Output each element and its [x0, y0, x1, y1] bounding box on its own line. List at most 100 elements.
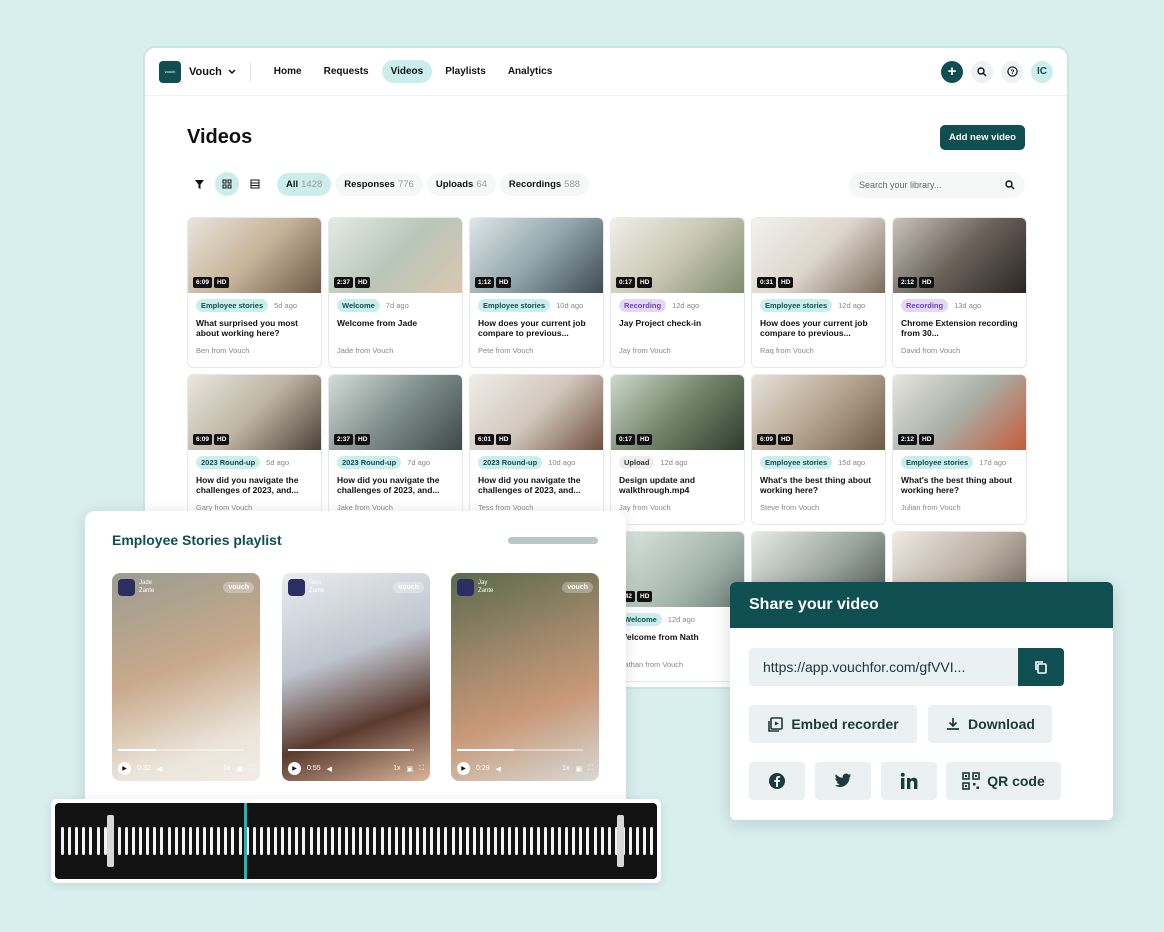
grid-view-icon[interactable] [215, 172, 239, 196]
filter-chip-uploads[interactable]: Uploads 64 [426, 172, 496, 196]
video-title: How did you navigate the challenges of 2… [196, 475, 299, 496]
filter-chip-recordings[interactable]: Recordings 588 [499, 172, 590, 196]
nav-link-home[interactable]: Home [265, 60, 311, 83]
add-new-video-button[interactable]: Add new video [939, 125, 1025, 150]
timeline-tick [394, 827, 398, 855]
video-title: What's the best thing about working here… [901, 475, 1013, 496]
embed-recorder-button[interactable]: Embed recorder [749, 705, 917, 743]
volume-icon[interactable]: ◀ [157, 765, 162, 773]
video-card[interactable]: 6:09 HD Employee stories 5d ago What surpris… [187, 217, 322, 368]
timeline-tick [68, 827, 72, 855]
video-card[interactable]: 2:12 HD Employee stories 17d ago What's the … [892, 374, 1027, 525]
video-card[interactable]: 0:17 HD Recording 12d ago Jay Project check-… [610, 217, 745, 368]
filter-chip-all[interactable]: All 1428 [277, 172, 332, 196]
captions-icon[interactable]: ▣ [575, 765, 582, 773]
nav-actions: + ? IC [941, 60, 1053, 83]
share-url-field[interactable]: https://app.vouchfor.com/gfVVI... [749, 648, 1018, 686]
video-progress-bar[interactable] [118, 749, 244, 751]
filter-icon[interactable] [187, 172, 211, 196]
volume-icon[interactable]: ◀ [496, 765, 501, 773]
video-thumbnail: 2:12 HD [893, 218, 1026, 293]
duration-badge: 1:12 [475, 277, 495, 288]
timeline-tick [167, 827, 171, 855]
video-tag[interactable]: 2023 Round-up [478, 456, 543, 469]
timeline-tick [316, 827, 320, 855]
timeline-track[interactable] [55, 803, 657, 879]
video-card[interactable]: 6:09 HD Employee stories 15d ago What's the … [751, 374, 886, 525]
nav-link-playlists[interactable]: Playlists [436, 60, 495, 83]
hd-badge: HD [637, 434, 653, 445]
timeline-tick [401, 827, 405, 855]
share-url-row: https://app.vouchfor.com/gfVVI... [749, 648, 1064, 686]
linkedin-share-button[interactable] [881, 762, 937, 800]
video-tag[interactable]: Recording [619, 299, 667, 312]
video-tag[interactable]: 2023 Round-up [196, 456, 261, 469]
video-tag[interactable]: Employee stories [760, 456, 833, 469]
captions-icon[interactable]: ▣ [406, 765, 413, 773]
video-time: 0:55 [307, 765, 321, 772]
video-card[interactable]: 2:37 HD 2023 Round-up 7d ago How did you nav… [328, 374, 463, 525]
video-tag[interactable]: Recording [901, 299, 949, 312]
play-icon[interactable]: ▶ [118, 762, 131, 775]
timeline-tick [124, 827, 128, 855]
add-icon[interactable]: + [941, 60, 963, 83]
video-card[interactable]: 6:09 HD 2023 Round-up 5d ago How did you nav… [187, 374, 322, 525]
timeline-tick [153, 827, 157, 855]
search-input[interactable]: Search your library... [849, 172, 1025, 198]
timeline-start-handle[interactable] [107, 815, 114, 867]
duration-badge: 6:09 [757, 434, 777, 445]
playlist-video[interactable]: Jay Zante vouch ▶ 0:29 ◀ 1x ▣ ⛶ [451, 573, 599, 781]
facebook-share-button[interactable] [749, 762, 805, 800]
video-tag[interactable]: Welcome [337, 299, 380, 312]
video-card[interactable]: 2:37 HD Welcome 7d ago Welcome from Jade Jade… [328, 217, 463, 368]
speed-control[interactable]: 1x [223, 765, 230, 772]
hd-badge: HD [778, 434, 794, 445]
speaker-name: Jade [139, 580, 153, 587]
video-card[interactable]: 0:31 HD Employee stories 12d ago How does yo… [751, 217, 886, 368]
fullscreen-icon[interactable]: ⛶ [249, 765, 254, 773]
video-tag[interactable]: Employee stories [196, 299, 269, 312]
video-tag[interactable]: Upload [619, 456, 655, 469]
nav-link-videos[interactable]: Videos [381, 60, 433, 83]
timeline-tick [337, 827, 341, 855]
video-card[interactable]: 6:01 HD 2023 Round-up 10d ago How did you na… [469, 374, 604, 525]
twitter-share-button[interactable] [815, 762, 871, 800]
video-tag[interactable]: 2023 Round-up [337, 456, 402, 469]
play-icon[interactable]: ▶ [288, 762, 301, 775]
timeline-tick [352, 827, 356, 855]
filter-chip-responses[interactable]: Responses 776 [335, 172, 423, 196]
playlist-video[interactable]: Jade Zante vouch ▶ 0:32 ◀ 1x ▣ ⛶ [112, 573, 260, 781]
workspace-switcher[interactable]: Vouch [189, 66, 236, 78]
fullscreen-icon[interactable]: ⛶ [588, 765, 593, 773]
captions-icon[interactable]: ▣ [236, 765, 243, 773]
video-tag[interactable]: Employee stories [901, 456, 974, 469]
qr-code-button[interactable]: QR code [946, 762, 1061, 800]
speed-control[interactable]: 1x [562, 765, 569, 772]
user-avatar[interactable]: IC [1031, 60, 1053, 83]
fullscreen-icon[interactable]: ⛶ [419, 765, 424, 773]
video-tag[interactable]: Employee stories [760, 299, 833, 312]
search-icon[interactable] [971, 60, 993, 83]
nav-link-analytics[interactable]: Analytics [499, 60, 561, 83]
video-card[interactable]: 2:12 HD Recording 13d ago Chrome Extension r… [892, 217, 1027, 368]
copy-icon[interactable] [1018, 648, 1064, 686]
timeline-tick [380, 827, 384, 855]
timeline-tick [558, 827, 561, 855]
timeline-playhead[interactable] [244, 803, 247, 879]
download-button[interactable]: Download [928, 705, 1052, 743]
speed-control[interactable]: 1x [393, 765, 400, 772]
nav-link-requests[interactable]: Requests [315, 60, 378, 83]
video-card[interactable]: 1:12 HD Employee stories 10d ago How does yo… [469, 217, 604, 368]
video-card[interactable]: 0:17 HD Upload 12d ago Design update and wal… [610, 374, 745, 525]
timeline-end-handle[interactable] [617, 815, 624, 867]
playlist-video[interactable]: Tess Zante vouch ▶ 0:55 ◀ 1x ▣ ⛶ [282, 573, 430, 781]
play-icon[interactable]: ▶ [457, 762, 470, 775]
video-progress-bar[interactable] [288, 749, 414, 751]
list-view-icon[interactable] [243, 172, 267, 196]
video-progress-bar[interactable] [457, 749, 583, 751]
help-icon[interactable]: ? [1001, 60, 1023, 83]
video-tag[interactable]: Employee stories [478, 299, 551, 312]
volume-icon[interactable]: ◀ [327, 765, 332, 773]
vouch-logo[interactable]: vouch [159, 60, 181, 83]
video-card[interactable]: 0:42 HD Welcome 12d ago Welcome from Nat… [610, 531, 745, 682]
